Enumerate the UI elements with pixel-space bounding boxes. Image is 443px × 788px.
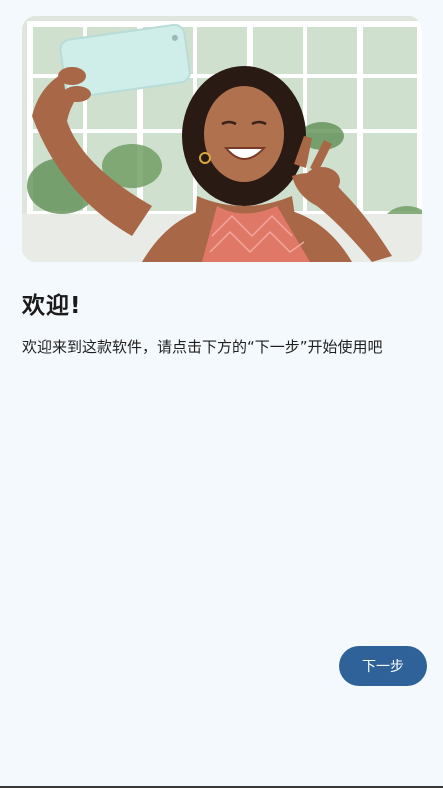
next-button[interactable]: 下一步 bbox=[339, 646, 427, 686]
welcome-description: 欢迎来到这款软件，请点击下方的“下一步”开始使用吧 bbox=[22, 338, 383, 356]
welcome-title: 欢迎! bbox=[22, 293, 82, 319]
hero-image bbox=[22, 16, 422, 262]
